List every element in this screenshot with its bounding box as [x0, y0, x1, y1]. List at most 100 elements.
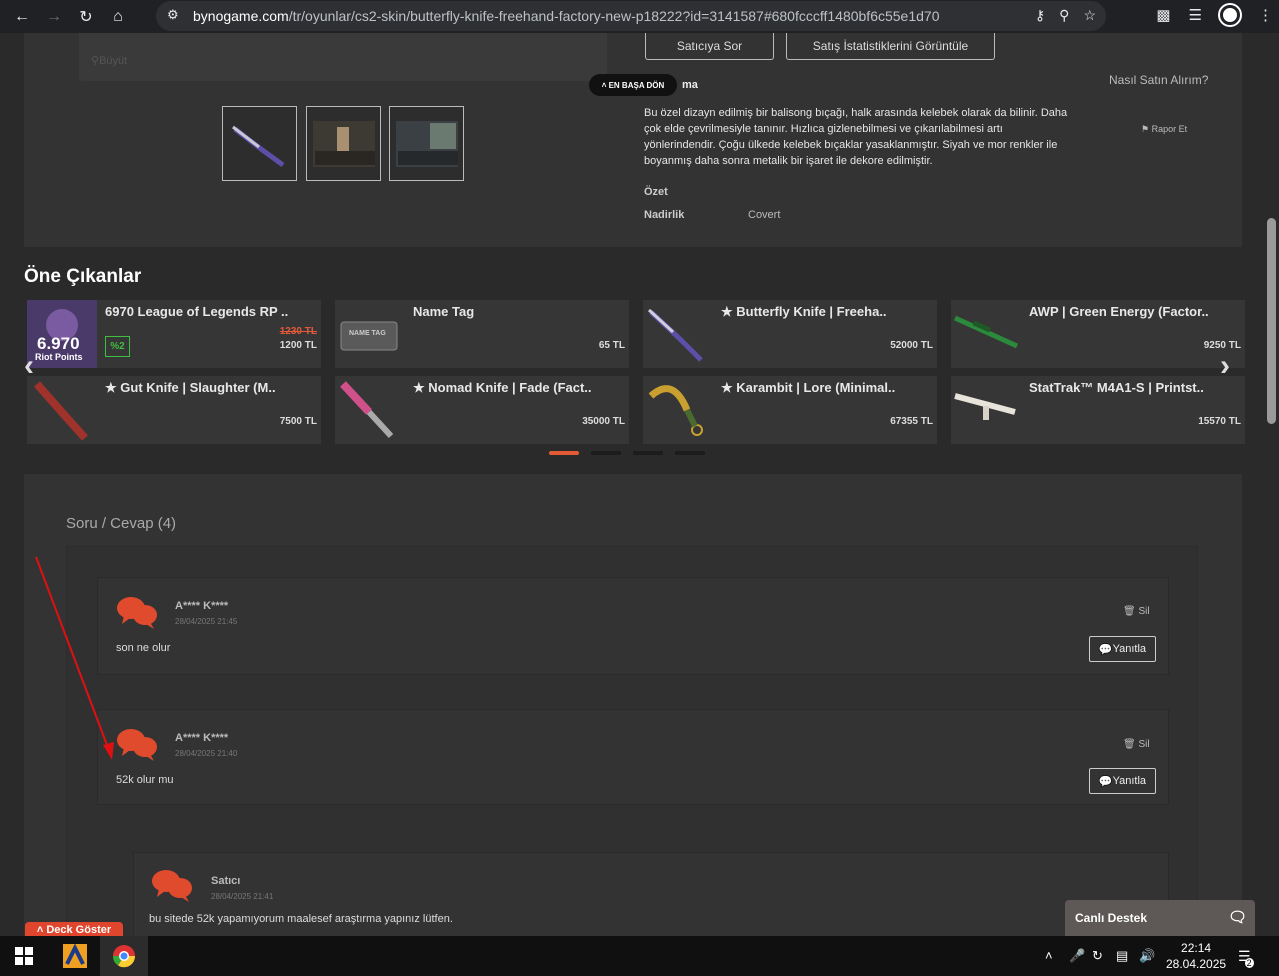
ask-seller-button[interactable]: Satıcıya Sor — [645, 33, 774, 60]
card-price: 1200 TL — [279, 340, 317, 351]
live-support-widget[interactable]: Canlı Destek 🗨 — [1065, 900, 1255, 936]
update-icon[interactable]: ↻ — [1092, 948, 1103, 964]
web-page: ⚲Büyüt Satıcıya Sor Satış İstatistikleri… — [0, 33, 1264, 936]
reply-button[interactable]: 💬 Yanıtla — [1089, 636, 1156, 662]
notifications-icon[interactable]: ☰2 — [1238, 948, 1260, 968]
show-deck-button[interactable]: ˄ Deck Göster — [25, 922, 123, 936]
menu-icon[interactable]: ⋮ — [1258, 6, 1273, 24]
card-price: 67355 TL — [890, 416, 933, 427]
trash-icon: 🗑 — [1123, 606, 1139, 617]
forward-icon[interactable]: → — [38, 1, 70, 33]
scroll-thumb[interactable] — [1267, 218, 1276, 424]
reload-icon[interactable]: ↻ — [70, 1, 102, 33]
qa-panel: Soru / Cevap (4) A**** K**** 28/04/2025 … — [24, 474, 1242, 936]
game-app-icon[interactable] — [51, 936, 99, 976]
scene-thumbnail-image-2 — [396, 121, 458, 167]
clock-time: 22:14 — [1181, 941, 1212, 955]
discount-badge: %2 — [105, 336, 130, 357]
carousel-dot[interactable] — [591, 451, 621, 455]
reply-button[interactable]: 💬 Yanıtla — [1089, 768, 1156, 794]
comment-date: 28/04/2025 21:45 — [175, 617, 238, 626]
card-name: ★ Nomad Knife | Fade (Fact.. — [413, 380, 592, 395]
featured-card[interactable]: ★ Nomad Knife | Fade (Fact.. 35000 TL — [335, 376, 629, 444]
qa-title: Soru / Cevap (4) — [66, 515, 177, 532]
chat-bubbles-icon — [117, 597, 157, 629]
card-price: 35000 TL — [582, 416, 625, 427]
page-scrollbar[interactable] — [1264, 33, 1279, 936]
image-zoom-area[interactable]: ⚲Büyüt — [79, 33, 607, 81]
carousel-next-icon[interactable]: › — [1220, 349, 1230, 383]
report-link[interactable]: ⚑ Rapor Et — [1141, 124, 1187, 135]
windows-start-icon[interactable] — [0, 936, 48, 976]
media-control-icon[interactable]: ☰ — [1189, 6, 1202, 24]
featured-card[interactable]: ★ Butterfly Knife | Freeha.. 52000 TL — [643, 300, 937, 368]
question-comment: A**** K**** 28/04/2025 21:45 🗑 Sil son n… — [97, 577, 1169, 675]
how-to-buy-link[interactable]: Nasıl Satın Alırım? — [1109, 73, 1208, 87]
card-old-price: 1230 TL — [279, 326, 317, 337]
card-image — [647, 308, 703, 362]
tray-overflow-icon[interactable]: ˄ — [1045, 948, 1053, 963]
comment-text: son ne olur — [116, 642, 171, 654]
notification-count: 2 — [1244, 958, 1254, 968]
rp-amount-text: 6.970 — [37, 334, 80, 353]
volume-icon[interactable]: 🔊 — [1139, 948, 1155, 964]
sales-stats-button[interactable]: Satış İstatistiklerini Görüntüle — [786, 33, 995, 60]
featured-card[interactable]: AWP | Green Energy (Factor.. 9250 TL — [951, 300, 1245, 368]
microphone-icon[interactable]: 🎤 — [1069, 948, 1085, 964]
product-description: Bu özel dizayn edilmiş bir balisong bıça… — [644, 107, 1068, 167]
home-icon[interactable]: ⌂ — [102, 1, 134, 33]
browser-toolbar: ← → ↻ ⌂ ⚙ bynogame.com/tr/oyunlar/cs2-sk… — [0, 0, 1279, 33]
comment-date: 28/04/2025 21:40 — [175, 749, 238, 758]
clock[interactable]: 22:14 28.04.2025 — [1166, 940, 1226, 972]
card-name: 6970 League of Legends RP .. — [105, 304, 289, 319]
thumbnail-knife[interactable] — [222, 106, 297, 181]
card-price: 7500 TL — [279, 416, 317, 427]
delete-button[interactable]: 🗑 Sil — [1123, 606, 1150, 617]
comment-author: Satıcı — [211, 875, 241, 887]
bookmark-star-icon[interactable]: ☆ — [1083, 7, 1096, 24]
chat-icon: 💬 — [1098, 775, 1113, 788]
chrome-taskbar-icon[interactable] — [100, 936, 148, 976]
address-bar[interactable]: ⚙ bynogame.com/tr/oyunlar/cs2-skin/butte… — [156, 1, 1106, 31]
thumbnail-scene-2[interactable] — [389, 106, 464, 181]
live-support-label: Canlı Destek — [1075, 911, 1148, 925]
card-name: AWP | Green Energy (Factor.. — [1029, 304, 1209, 319]
password-key-icon[interactable]: ⚷ — [1035, 7, 1045, 24]
card-name: ★ Butterfly Knife | Freeha.. — [721, 304, 887, 319]
seller-reply: Satıcı 28/04/2025 21:41 bu sitede 52k ya… — [133, 852, 1169, 936]
description-title: ma — [682, 79, 698, 91]
card-name: ★ Gut Knife | Slaughter (M.. — [105, 380, 276, 395]
featured-card[interactable]: ★ Gut Knife | Slaughter (M.. 7500 TL — [27, 376, 321, 444]
extensions-icon[interactable]: ▩ — [1156, 6, 1170, 24]
featured-card[interactable]: 6.970 Riot Points 6970 League of Legends… — [27, 300, 321, 368]
site-info-icon[interactable]: ⚙ — [167, 7, 179, 23]
profile-avatar[interactable] — [1220, 5, 1240, 25]
comment-author: A**** K**** — [175, 732, 229, 744]
featured-card[interactable]: NAME TAG Name Tag 65 TL — [335, 300, 629, 368]
zoom-icon[interactable]: ⚲ — [1059, 7, 1069, 24]
carousel-prev-icon[interactable]: ‹ — [24, 349, 34, 383]
carousel-dot[interactable] — [633, 451, 663, 455]
back-to-top-button[interactable]: ˄ EN BAŞA DÖN — [589, 74, 677, 96]
zoom-label[interactable]: ⚲Büyüt — [91, 54, 127, 67]
annotation-arrow — [35, 556, 114, 760]
thumbnail-scene-1[interactable] — [306, 106, 381, 181]
card-image: 6.970 Riot Points — [27, 300, 97, 368]
clock-date: 28.04.2025 — [1166, 957, 1227, 971]
network-icon[interactable]: ▤ — [1116, 948, 1128, 964]
scene-thumbnail-image — [313, 121, 375, 167]
qa-list: A**** K**** 28/04/2025 21:45 🗑 Sil son n… — [66, 546, 1198, 936]
comment-date: 28/04/2025 21:41 — [211, 892, 274, 901]
carousel-dot[interactable] — [549, 451, 579, 455]
card-image — [953, 315, 1019, 349]
featured-card[interactable]: StatTrak™ M4A1-S | Printst.. 15570 TL — [951, 376, 1245, 444]
question-comment: A**** K**** 28/04/2025 21:40 🗑 Sil 52k o… — [97, 709, 1169, 805]
back-icon[interactable]: ← — [6, 1, 38, 33]
featured-card[interactable]: ★ Karambit | Lore (Minimal.. 67355 TL — [643, 376, 937, 444]
summary-heading: Özet — [644, 186, 668, 198]
card-image — [648, 385, 703, 436]
card-image — [954, 393, 1016, 420]
carousel-dot[interactable] — [675, 451, 705, 455]
knife-thumbnail-image — [232, 125, 285, 168]
delete-button[interactable]: 🗑 Sil — [1123, 739, 1150, 750]
